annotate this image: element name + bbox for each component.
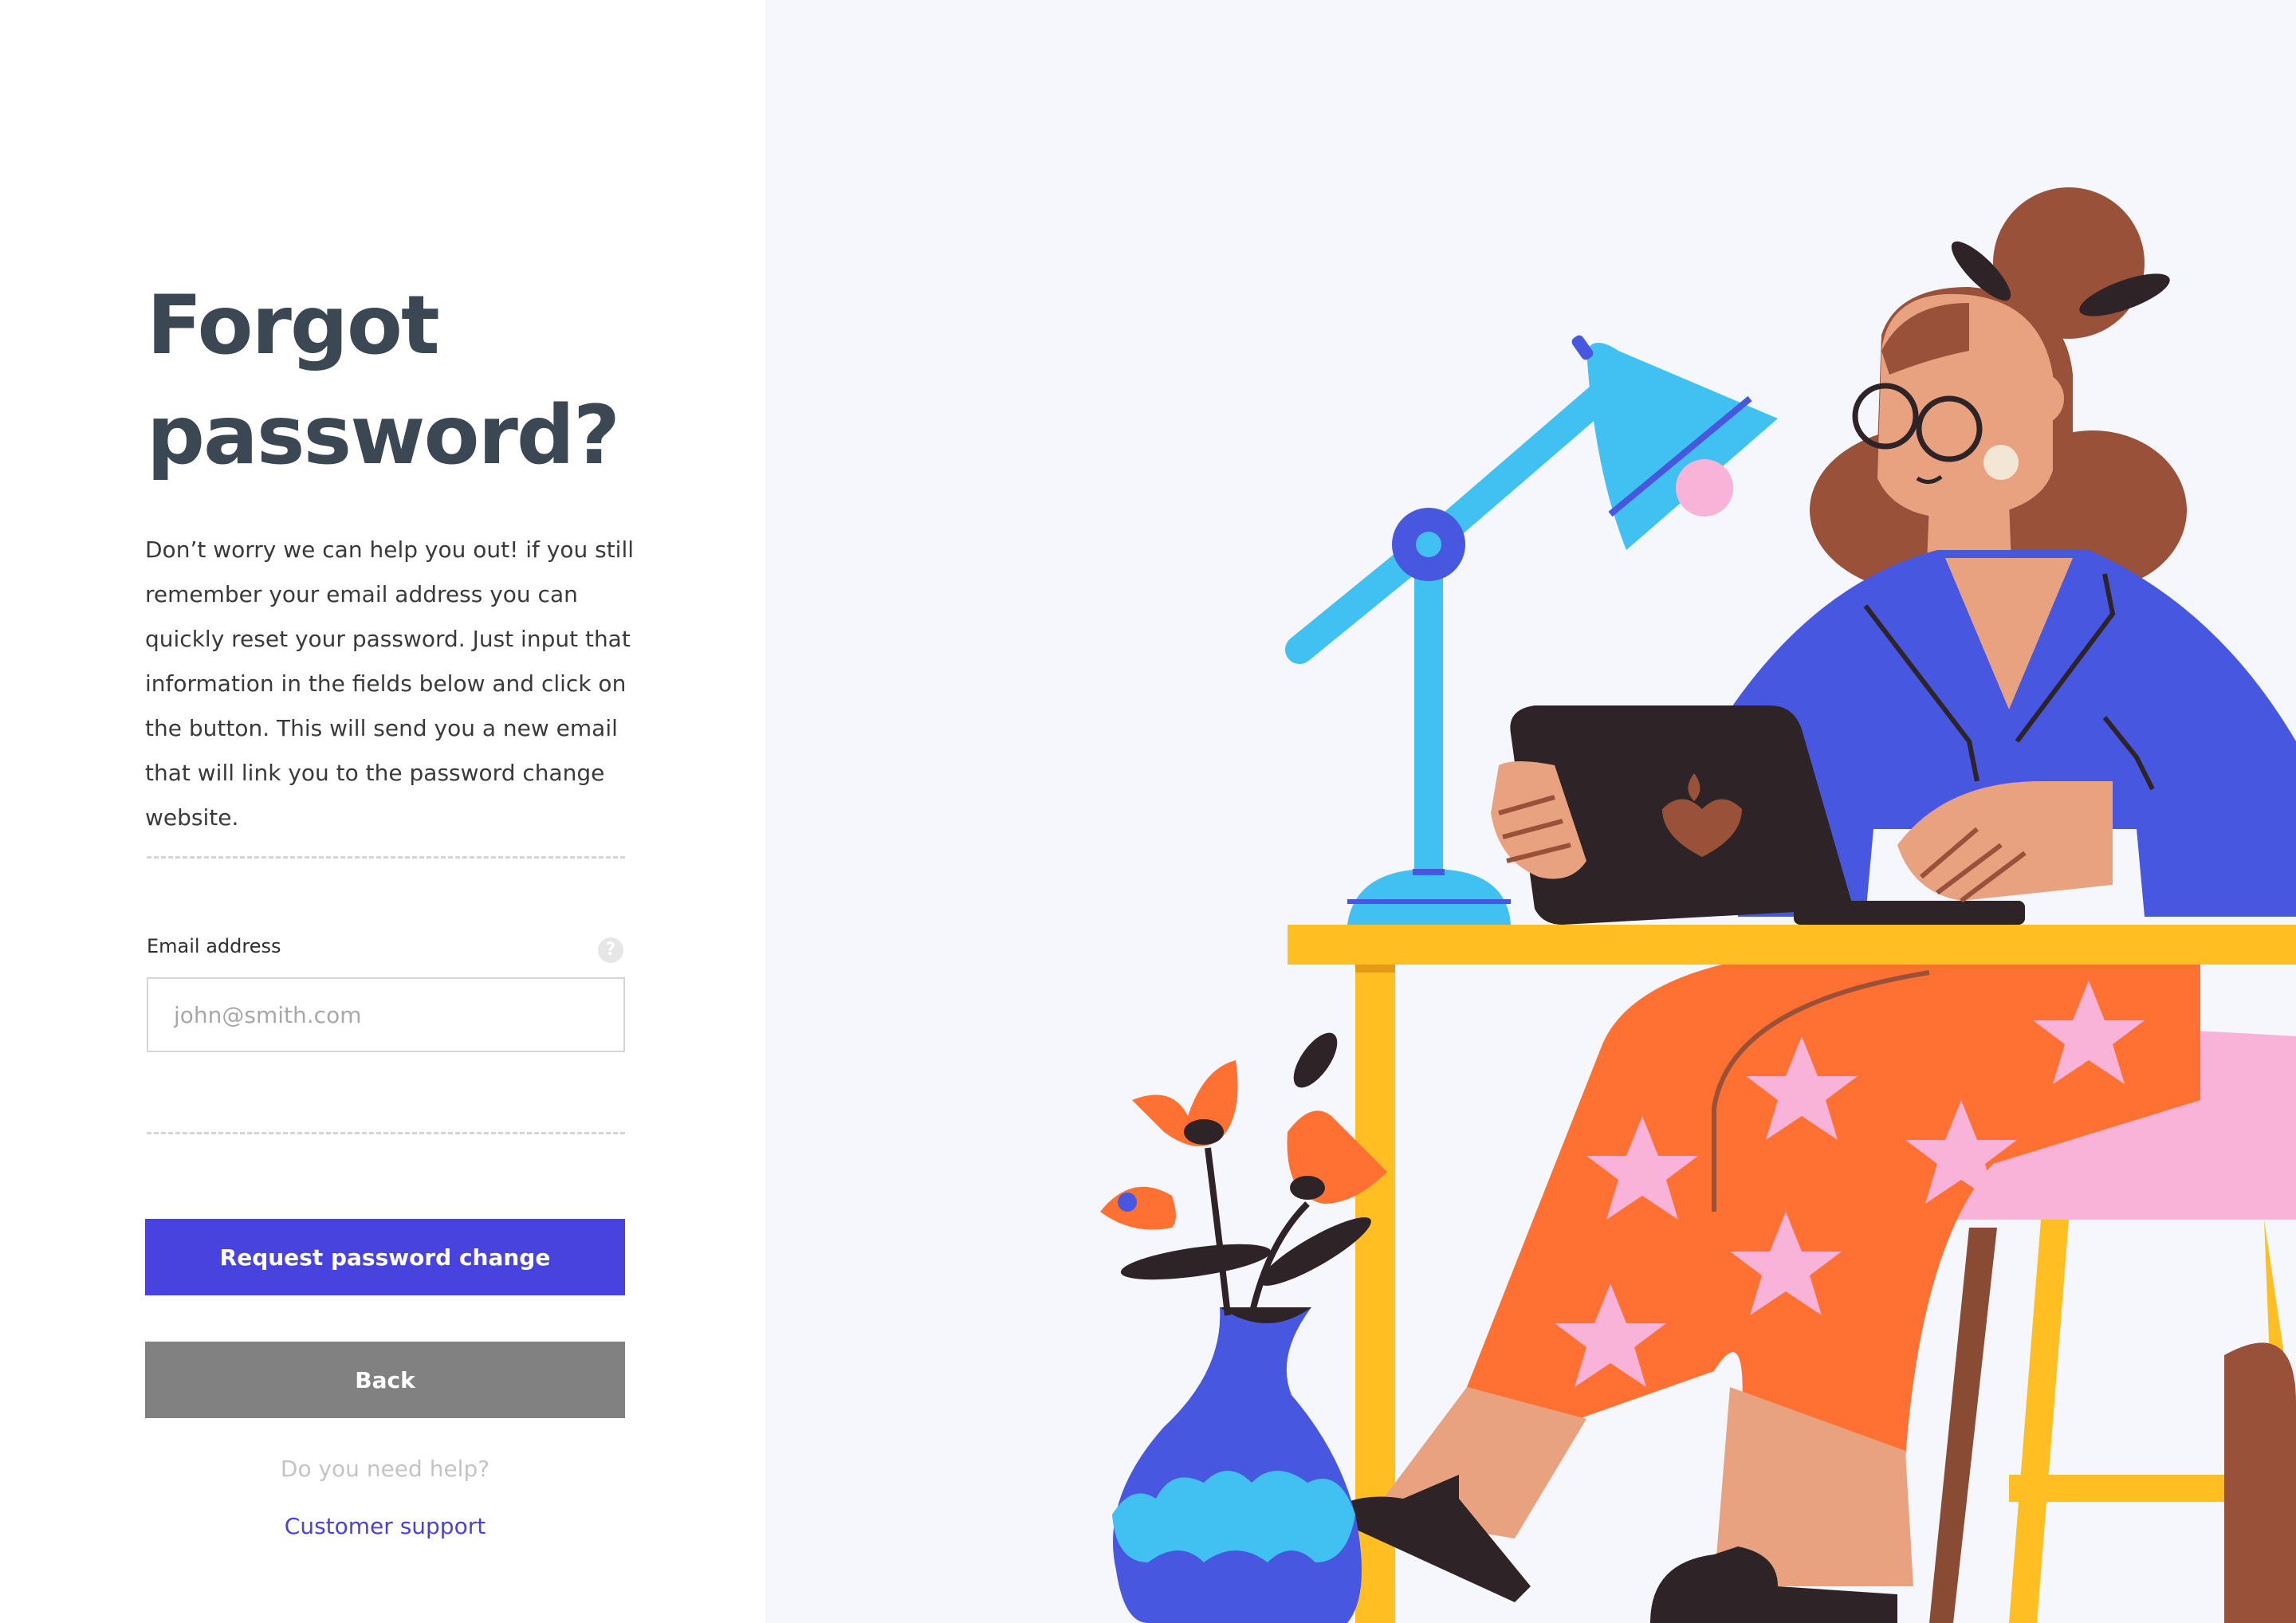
plant-vase: [1100, 1032, 1387, 1623]
back-button[interactable]: Back: [145, 1342, 625, 1418]
login-panel: Forgot password? Don’t worry we can help…: [0, 0, 765, 1623]
request-password-change-button[interactable]: Request password change: [145, 1219, 625, 1295]
customer-support-link[interactable]: Customer support: [145, 1513, 625, 1539]
email-field[interactable]: [147, 977, 625, 1052]
email-label: Email address: [147, 935, 281, 957]
help-prompt: Do you need help?: [280, 1456, 490, 1482]
divider: [147, 1132, 625, 1134]
divider: [147, 856, 625, 859]
legs: [1323, 965, 2200, 1623]
page-title: Forgot password?: [147, 278, 620, 483]
page-description: Don’t worry we can help you out! if you …: [145, 536, 635, 831]
illustration-woman-at-desk: [1100, 187, 2296, 1623]
help-icon[interactable]: ?: [598, 937, 623, 963]
